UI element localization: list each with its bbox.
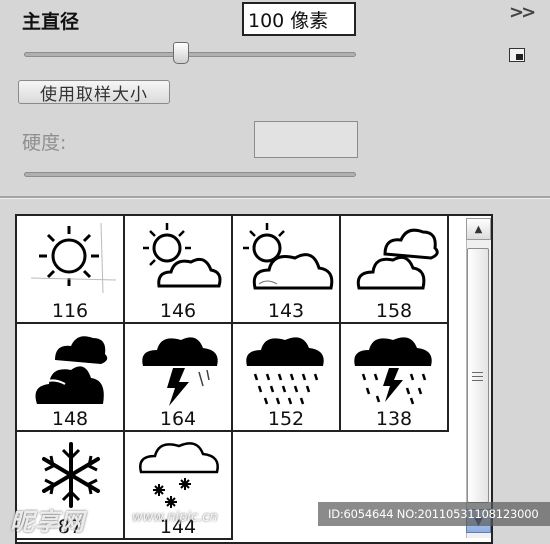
brush-preset-cell[interactable]: 138 (341, 324, 449, 432)
brush-preset-grid: 116 146 143 158 148 164 152 138 87 144 (15, 214, 493, 544)
grip-line (472, 372, 483, 373)
brush-preset-cell[interactable]: 148 (17, 324, 125, 432)
brush-size-label: 143 (267, 300, 305, 322)
grip-line (472, 376, 483, 377)
brush-preset-cell[interactable]: 152 (233, 324, 341, 432)
rain-cloud-icon (246, 337, 324, 405)
brush-preset-cell[interactable]: 164 (125, 324, 233, 432)
hardness-slider-track[interactable] (24, 172, 356, 177)
diameter-slider-thumb[interactable] (173, 42, 189, 64)
snow-cloud-icon (139, 442, 219, 508)
brush-size-label: 138 (375, 408, 413, 430)
diameter-input[interactable]: 100 像素 (242, 2, 356, 36)
brush-preset-cell[interactable]: 158 (341, 216, 449, 324)
brush-size-label: 148 (51, 408, 89, 430)
watermark-site-name: 昵享网 (10, 508, 85, 536)
dark-clouds-icon (35, 336, 108, 404)
brush-size-label: 158 (375, 300, 413, 322)
brush-size-label: 152 (267, 408, 305, 430)
brush-size-label: 116 (51, 300, 89, 322)
brush-preset-cell[interactable]: 116 (17, 216, 125, 324)
double-chevron-right-icon[interactable]: >> (509, 2, 536, 23)
watermark-id: ID:6054644 NO:20110531108123000 (318, 502, 550, 526)
diameter-value: 100 像素 (248, 9, 329, 32)
scroll-up-button[interactable]: ▲ (466, 218, 491, 240)
thunderstorm-rain-icon (354, 337, 432, 405)
sun-cloud-icon (143, 223, 222, 288)
hardness-label: 硬度: (22, 132, 67, 154)
brush-size-label: 164 (159, 408, 197, 430)
brush-preset-cell[interactable]: 143 (233, 216, 341, 324)
diameter-label: 主直径 (22, 11, 80, 33)
two-clouds-outline-icon (356, 228, 439, 290)
diameter-slider-track[interactable] (24, 52, 356, 57)
sun-cloud-outline-icon (243, 223, 334, 290)
new-preset-icon[interactable] (509, 48, 525, 62)
watermark-url: www.nipic.cn (132, 510, 218, 525)
use-sample-size-button[interactable]: 使用取样大小 (18, 80, 170, 105)
brush-preset-cell[interactable]: 146 (125, 216, 233, 324)
storm-cloud-lightning-icon (142, 337, 218, 406)
brush-size-label: 146 (159, 300, 197, 322)
panel-divider (0, 196, 550, 199)
grip-line (472, 380, 483, 381)
sun-icon (30, 222, 117, 294)
hardness-input[interactable] (254, 121, 358, 158)
